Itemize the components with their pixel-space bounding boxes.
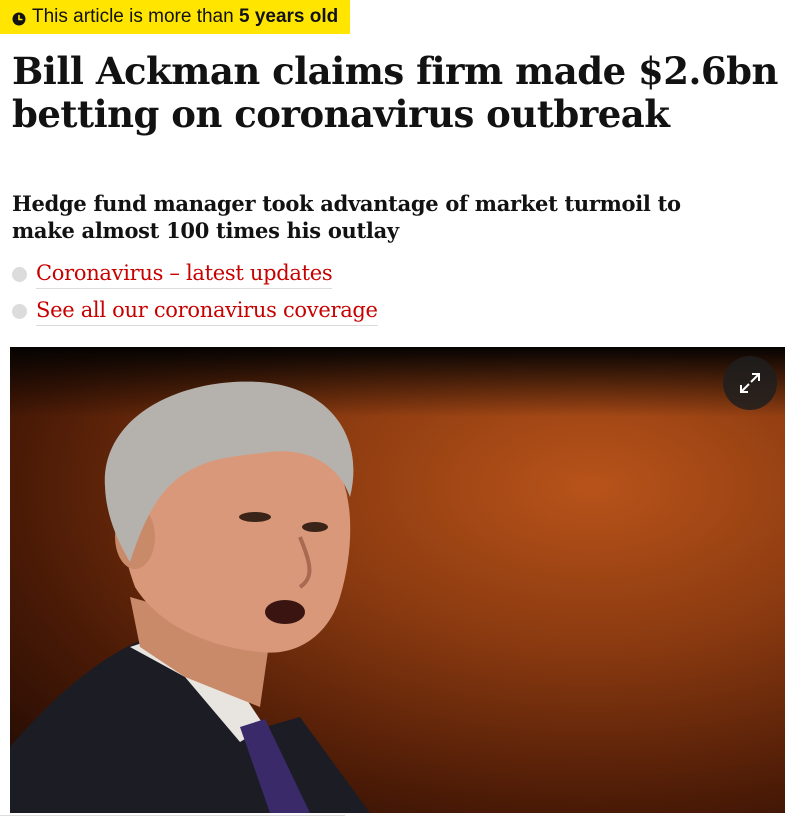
related-link-item: Coronavirus – latest updates: [12, 256, 378, 293]
related-links-list: Coronavirus – latest updates See all our…: [12, 256, 378, 330]
clock-icon: [12, 10, 26, 26]
latest-updates-link[interactable]: Coronavirus – latest updates: [36, 261, 333, 289]
article-age-value: 5 years old: [238, 6, 339, 27]
coverage-link[interactable]: See all our coronavirus coverage: [36, 298, 378, 326]
article-headline: Bill Ackman claims firm made $2.6bn bett…: [12, 49, 778, 136]
divider: [0, 815, 345, 816]
bullet-icon: [12, 304, 27, 319]
article-standfirst: Hedge fund manager took advantage of mar…: [12, 191, 681, 243]
article-main-photo: [10, 347, 785, 813]
portrait-illustration: [10, 381, 370, 813]
related-link-item: See all our coronavirus coverage: [12, 293, 378, 330]
article-age-prefix: This article is more than: [32, 6, 239, 27]
bullet-icon: [12, 267, 27, 282]
article-age-badge: This article is more than 5 years old: [0, 0, 351, 34]
expand-icon: [740, 373, 760, 393]
expand-image-button[interactable]: [723, 356, 777, 410]
article-age-text: This article is more than 5 years old: [32, 6, 338, 28]
